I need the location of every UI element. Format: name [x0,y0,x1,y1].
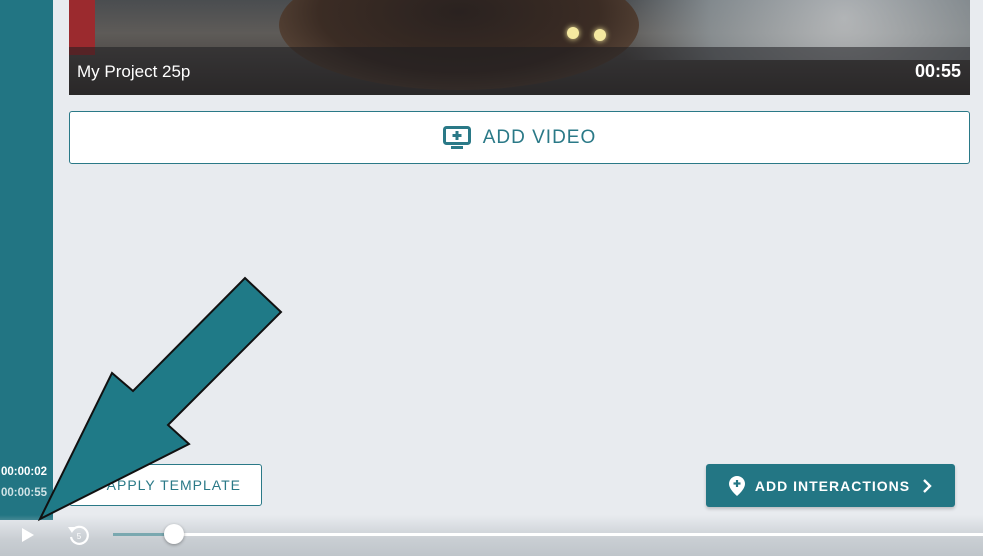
svg-text:5: 5 [77,532,82,541]
seek-track[interactable] [113,533,983,536]
apply-template-button[interactable]: APPLY TEMPLATE [69,464,262,506]
add-video-button[interactable]: ADD VIDEO [69,111,970,164]
add-interactions-button[interactable]: ADD INTERACTIONS [706,464,955,507]
chevron-right-icon [923,478,932,493]
apply-template-label: APPLY TEMPLATE [106,477,241,493]
thumbnail-image-detail [567,27,579,39]
video-title: My Project 25p [77,62,191,81]
seek-handle[interactable] [163,524,184,544]
thumbnail-overlay [69,47,970,95]
total-time: 00:00:55 [1,487,48,499]
add-interactions-label: ADD INTERACTIONS [754,477,911,494]
add-video-label: ADD VIDEO [482,126,597,148]
thumbnail-image-detail [594,29,606,41]
map-pin-plus-icon [728,475,745,496]
current-time: 00:00:02 [1,466,48,478]
add-video-icon [442,125,471,149]
video-thumbnail[interactable]: My Project 25p 00:55 [69,0,970,95]
video-duration: 00:55 [914,61,961,81]
sidebar [0,0,53,520]
replay-icon[interactable]: 5 [66,522,92,548]
play-icon[interactable] [10,523,42,547]
